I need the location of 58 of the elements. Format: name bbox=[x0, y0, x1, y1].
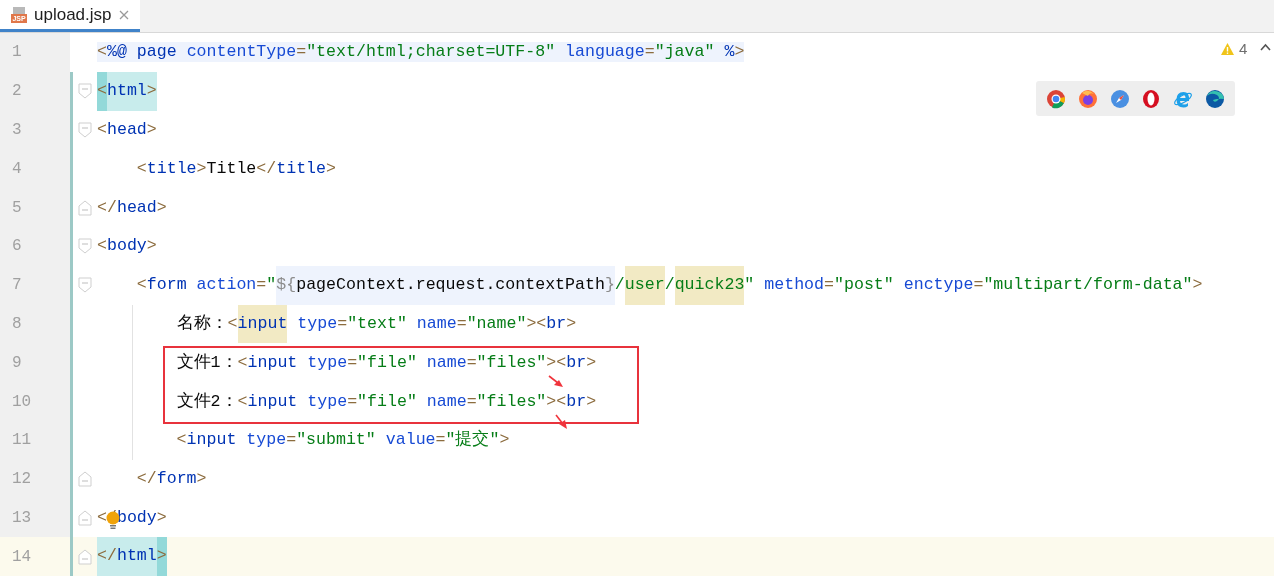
line-number: 7 bbox=[12, 275, 22, 297]
code-line: <title>Title</title> bbox=[136, 158, 336, 179]
code-line: </head> bbox=[97, 197, 167, 218]
fold-icon[interactable] bbox=[77, 122, 92, 138]
warning-count: 4 bbox=[1239, 39, 1248, 59]
code-line: <head> bbox=[97, 120, 157, 140]
line-number: 14 bbox=[12, 546, 32, 568]
chevron-up-icon[interactable] bbox=[1260, 43, 1271, 51]
change-marker[interactable] bbox=[70, 382, 73, 421]
unfold-icon[interactable] bbox=[77, 509, 92, 526]
change-marker[interactable] bbox=[70, 71, 73, 111]
code-line: 文件2：<input type="file" name="files"><br> bbox=[176, 391, 597, 412]
fold-icon[interactable] bbox=[77, 277, 92, 294]
line-number: 11 bbox=[12, 430, 32, 452]
unfold-icon[interactable] bbox=[77, 199, 92, 216]
fold-icon[interactable] bbox=[77, 238, 92, 255]
change-marker[interactable] bbox=[70, 420, 73, 460]
change-marker[interactable] bbox=[70, 537, 73, 577]
line-number: 5 bbox=[12, 197, 22, 219]
close-icon[interactable] bbox=[117, 8, 130, 21]
line-number: 9 bbox=[12, 352, 22, 374]
change-marker[interactable] bbox=[70, 149, 73, 189]
line-number: 1 bbox=[12, 42, 22, 64]
change-marker[interactable] bbox=[70, 188, 73, 227]
line-number: 10 bbox=[12, 391, 32, 413]
warning-icon[interactable] bbox=[1220, 42, 1235, 57]
change-marker[interactable] bbox=[70, 343, 73, 383]
line-number: 12 bbox=[12, 469, 32, 491]
change-marker[interactable] bbox=[70, 265, 73, 305]
browser-icon[interactable] bbox=[1077, 88, 1098, 109]
code-line: <form action="${pageContext.request.contextPath}/user/quick23" method="post" enctype="multipart/form-data"> bbox=[136, 265, 1203, 305]
browser-icon[interactable] bbox=[1141, 88, 1162, 109]
line-number: 6 bbox=[12, 236, 22, 258]
line-number: 13 bbox=[12, 507, 32, 529]
line-number: 8 bbox=[12, 313, 22, 335]
code-line: </html> bbox=[97, 537, 167, 577]
browser-icon[interactable] bbox=[1045, 88, 1066, 109]
annotation-arrow bbox=[548, 375, 564, 388]
unfold-icon[interactable] bbox=[77, 471, 92, 488]
change-marker[interactable] bbox=[70, 304, 73, 344]
browser-icon[interactable] bbox=[1109, 88, 1130, 109]
change-marker[interactable] bbox=[70, 459, 73, 499]
change-marker[interactable] bbox=[70, 110, 73, 150]
code-line: <html> bbox=[97, 71, 157, 111]
line-number: 3 bbox=[12, 120, 22, 141]
code-line: <body> bbox=[97, 236, 157, 257]
code-line: <input type="submit" value="提交"> bbox=[176, 430, 510, 451]
line-number: 4 bbox=[12, 158, 22, 180]
code-line: 名称：<input type="text" name="name"><br> bbox=[176, 304, 577, 344]
browser-icon[interactable] bbox=[1205, 88, 1226, 109]
line-number: 2 bbox=[12, 81, 22, 103]
change-marker[interactable] bbox=[70, 498, 73, 538]
code-line: 文件1：<input type="file" name="files"><br> bbox=[176, 352, 597, 373]
code-line: </form> bbox=[136, 469, 207, 490]
annotation-arrow bbox=[555, 414, 569, 430]
change-marker[interactable] bbox=[70, 227, 73, 266]
unfold-icon[interactable] bbox=[77, 548, 92, 565]
fold-icon[interactable] bbox=[77, 83, 92, 100]
